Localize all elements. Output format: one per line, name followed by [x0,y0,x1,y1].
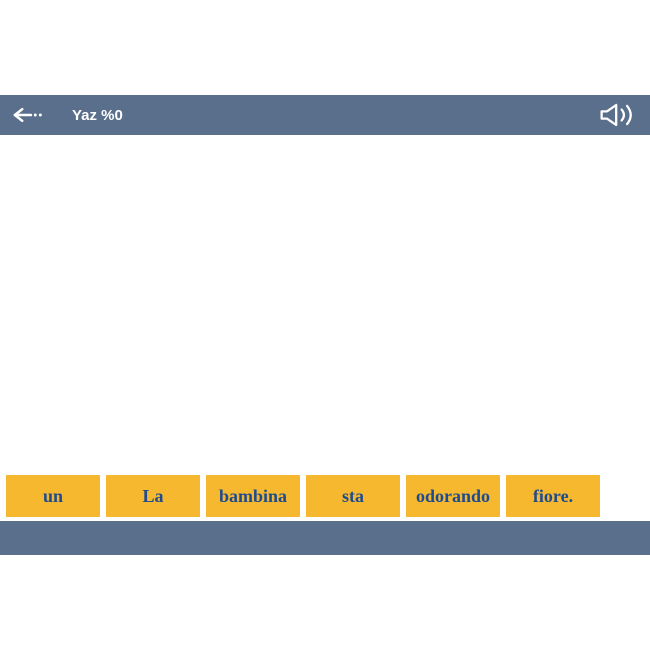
word-bank: un La bambina sta odorando fiore. [0,475,650,517]
word-tile[interactable]: La [106,475,200,517]
word-tile[interactable]: odorando [406,475,500,517]
bottom-bar [0,521,650,555]
speaker-button[interactable] [598,101,638,129]
topbar-left: Yaz %0 [12,103,123,127]
top-bar: Yaz %0 [0,95,650,135]
word-tile[interactable]: bambina [206,475,300,517]
word-tile[interactable]: fiore. [506,475,600,517]
speaker-icon [598,101,638,129]
word-tile[interactable]: sta [306,475,400,517]
word-tile[interactable]: un [6,475,100,517]
page-title: Yaz %0 [72,107,123,124]
back-arrow-icon [12,103,44,127]
back-button[interactable] [12,103,44,127]
content-area [0,135,650,475]
